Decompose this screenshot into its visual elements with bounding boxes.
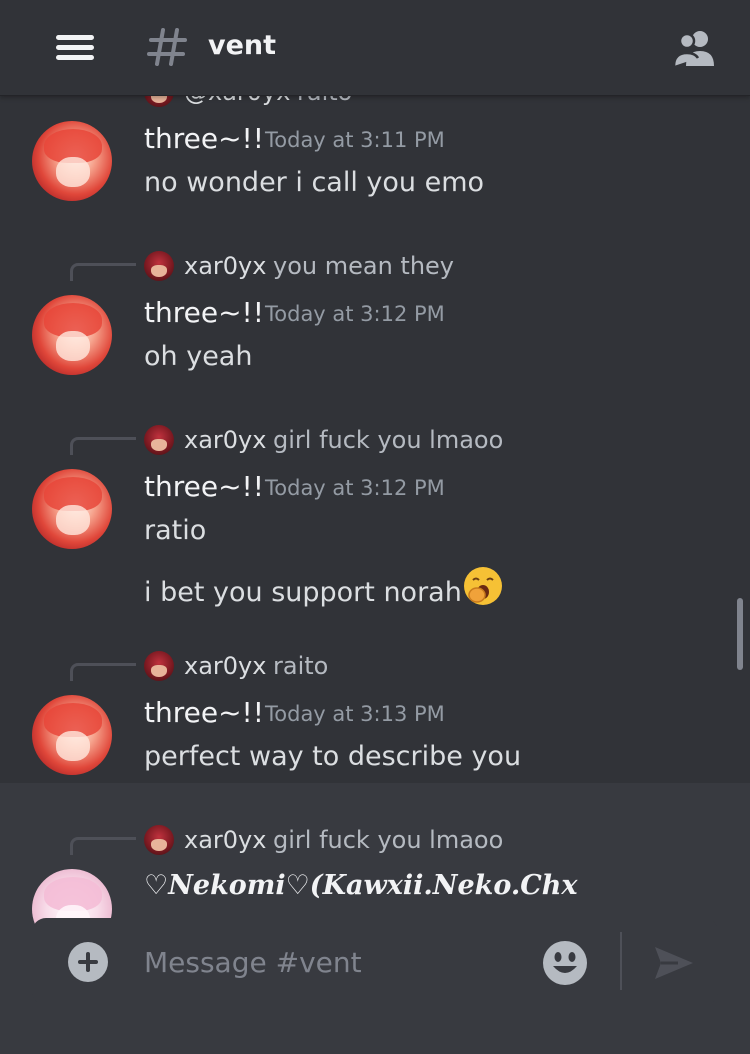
discord-app: @xar0yx raito three~!! Today at 3:11 PM … [0,0,750,1054]
send-icon[interactable] [652,944,696,982]
message-author[interactable]: three~!! [144,470,264,503]
menu-bar [56,55,94,60]
message-timestamp: Today at 3:12 PM [265,302,445,326]
avatar[interactable] [32,295,112,375]
message-text: ratio [144,515,207,546]
reply-author[interactable]: xar0yx [184,826,266,854]
message-timestamp: Today at 3:11 PM [265,128,445,152]
message-author[interactable]: three~!! [144,122,264,155]
reply-avatar [144,651,174,681]
reply-connector [70,663,136,681]
menu-bar [56,35,94,40]
plus-icon[interactable] [68,942,108,982]
message-author[interactable]: three~!! [144,296,264,329]
reply-avatar [144,825,174,855]
message-timestamp: Today at 3:13 PM [265,702,445,726]
message-text: perfect way to describe you [144,741,522,772]
message-text-content: i bet you support norah [144,577,462,608]
message-author[interactable]: three~!! [144,696,264,729]
message-text: i bet you support norah [144,565,504,608]
hash-icon [147,28,187,66]
channel-name: vent [208,30,277,61]
reply-connector [70,437,136,455]
hamburger-menu-icon[interactable] [56,33,96,63]
reply-avatar [144,425,174,455]
reply-preview-text[interactable]: raito [273,652,328,680]
avatar[interactable] [32,695,112,775]
message-text: oh yeah [144,341,253,372]
channel-header: vent [0,0,750,96]
avatar[interactable] [32,121,112,201]
reply-connector [70,837,136,855]
reply-author[interactable]: xar0yx [184,426,266,454]
reply-connector [70,263,136,281]
reply-author[interactable]: xar0yx [184,252,266,280]
smiley-icon[interactable] [542,940,588,986]
reply-author[interactable]: xar0yx [184,652,266,680]
message-author[interactable]: ♡𝑵𝒆𝒌𝒐𝒎𝒊♡(Kawxii.Neko.Chx [144,870,578,901]
avatar[interactable] [32,469,112,549]
composer-divider [620,932,622,990]
yawning-face-icon [463,567,502,605]
members-icon[interactable] [672,28,716,68]
message-list: @xar0yx raito three~!! Today at 3:11 PM … [0,0,750,1054]
message-text: no wonder i call you emo [144,167,485,198]
message-input[interactable] [144,940,524,984]
message-composer [32,918,718,1005]
reply-preview-text[interactable]: you mean they [273,252,454,280]
menu-bar [56,45,94,50]
scrollbar-thumb[interactable] [737,598,743,670]
reply-preview-text[interactable]: girl fuck you lmaoo [273,826,503,854]
reply-preview-text[interactable]: girl fuck you lmaoo [273,426,503,454]
reply-avatar [144,251,174,281]
message-timestamp: Today at 3:12 PM [265,476,445,500]
